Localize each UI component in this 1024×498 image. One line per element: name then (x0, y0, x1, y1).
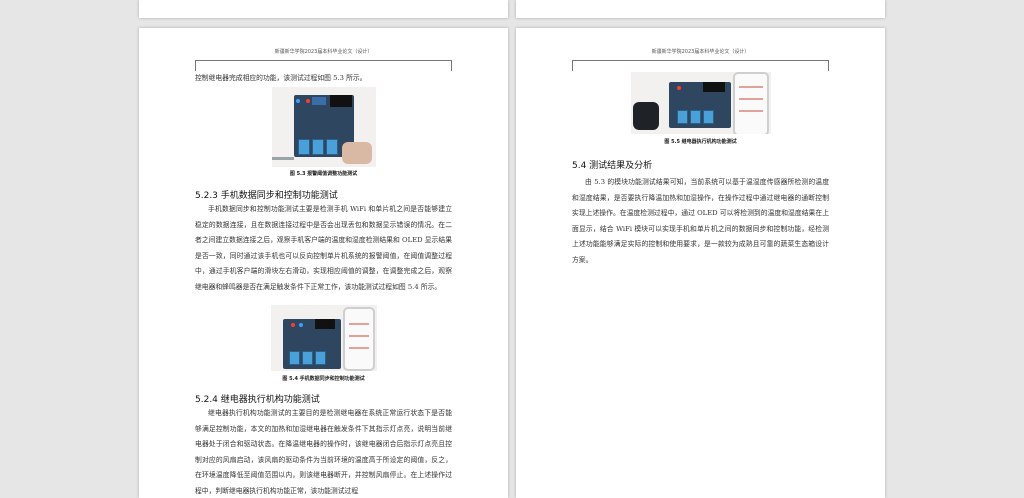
header-rule-tick (572, 60, 573, 71)
page-header: 新疆新华学院2023届本科毕业论文（设计） (274, 49, 373, 55)
figure-5-5-caption: 图 5.5 继电器执行机构功能测试 (664, 139, 737, 145)
red-led (305, 99, 310, 103)
section-5-2-4-paragraph: 继电器执行机构功能测试的主要目的是检测继电器在系统正常运行状态下是否能够满足控制… (195, 409, 452, 495)
section-5-2-3-title: 5.2.3 手机数据同步和控制功能测试 (195, 191, 338, 201)
red-led (290, 323, 295, 327)
red-led (676, 86, 681, 90)
header-rule-tick (828, 60, 829, 71)
section-5-4-title: 5.4 测试结果及分析 (572, 161, 653, 171)
document-page-right: 新疆新华学院2023届本科毕业论文（设计） 图 5.5 继电器执行机构功能测试 … (516, 28, 885, 498)
fan (632, 102, 659, 130)
header-rule-tick (195, 60, 196, 71)
relay-module (689, 110, 701, 124)
relay-module (676, 110, 688, 124)
page-header: 新疆新华学院2023届本科毕业论文（设计） (651, 49, 750, 55)
oled-display (702, 82, 725, 92)
smartphone (732, 72, 769, 134)
figure-5-4-photo (270, 305, 377, 371)
blue-led (295, 99, 300, 103)
figure-5-4-caption: 图 5.4 手机数据同步和控制功能测试 (282, 376, 365, 382)
figure-5-5-photo (630, 72, 771, 134)
relay-module (301, 351, 313, 365)
header-rule-tick (451, 60, 452, 71)
previous-page-right (516, 0, 885, 18)
relay-module (297, 139, 310, 155)
previous-page-left (139, 0, 508, 18)
smartphone (342, 307, 375, 371)
oled-display (314, 319, 335, 329)
header-rule (195, 60, 452, 61)
intro-line: 控制继电器完成相应的功能，该测试过程如图 5.3 所示。 (195, 74, 367, 82)
section-5-2-4-title: 5.2.4 继电器执行机构功能测试 (195, 395, 320, 405)
cable (271, 157, 294, 160)
relay-module (702, 110, 714, 124)
relay-module (314, 351, 326, 365)
relay-module (288, 351, 300, 365)
hand (341, 142, 372, 164)
section-5-2-3-paragraph: 手机数据同步和控制功能测试主要是检测手机 WiFi 和单片机之间是否能够建立稳定… (195, 205, 452, 291)
relay-module (311, 139, 324, 155)
sensor-module (311, 97, 326, 105)
figure-5-3-caption: 图 5.3 报警阈值调整功能测试 (289, 171, 358, 177)
oled-display (329, 95, 352, 107)
document-page-left: 新疆新华学院2023届本科毕业论文（设计） 控制继电器完成相应的功能，该测试过程… (139, 28, 508, 498)
figure-5-3-photo (271, 87, 376, 167)
relay-module (325, 139, 338, 155)
section-5-4-paragraph: 由 5.3 的模块功能测试结果可知，当前系统可以基于温湿度传感器所检测的温度和湿… (572, 178, 829, 264)
header-rule (572, 60, 829, 61)
blue-led (298, 323, 303, 327)
